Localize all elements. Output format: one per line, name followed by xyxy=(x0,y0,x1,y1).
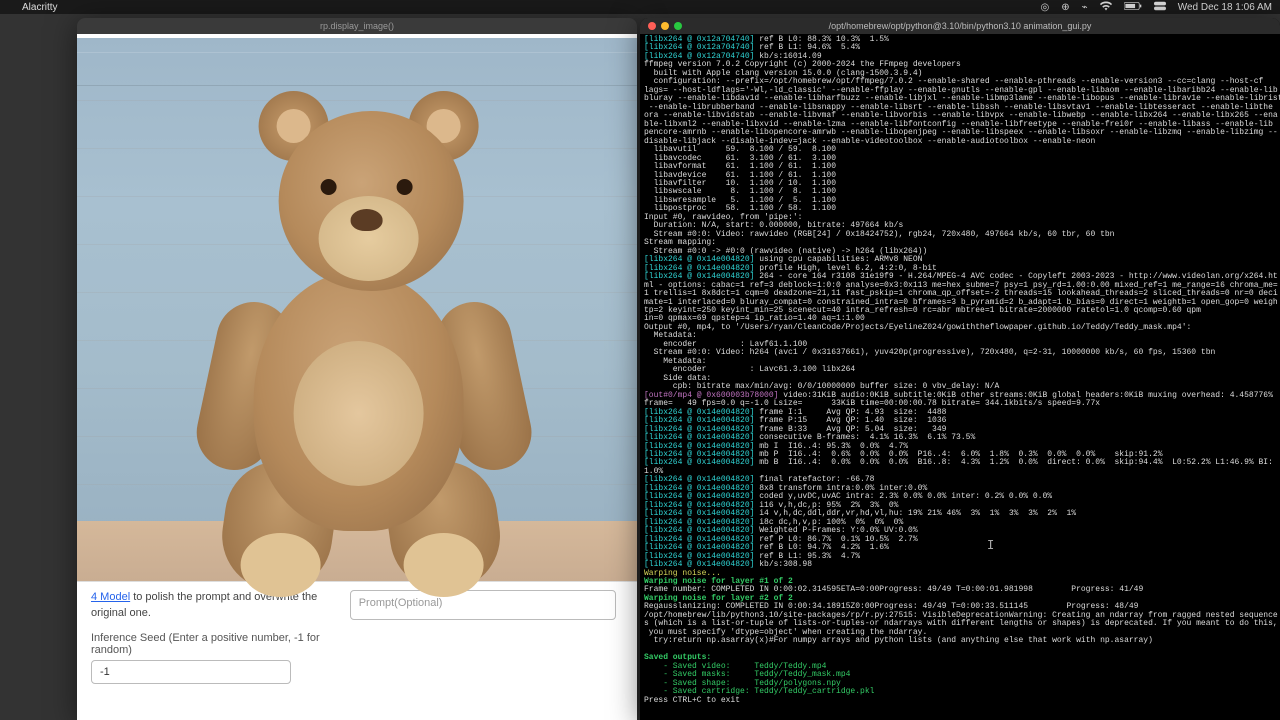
controls-form: 4 Model to polish the prompt and overwri… xyxy=(77,582,637,692)
menubar-status-icon: ⌁ xyxy=(1082,2,1088,13)
menubar-status-icon: ⊕ xyxy=(1061,2,1069,13)
text-cursor-icon: I xyxy=(987,538,994,552)
terminal-titlebar: /opt/homebrew/opt/python@3.10/bin/python… xyxy=(640,18,1280,34)
minimize-icon[interactable] xyxy=(661,22,669,30)
window-content: 4 Model to polish the prompt and overwri… xyxy=(77,34,637,720)
traffic-lights[interactable] xyxy=(648,22,682,30)
battery-icon xyxy=(1124,1,1142,14)
terminal-output[interactable]: [libx264 @ 0x12a704740] ref B L0: 88.3% … xyxy=(640,34,1280,707)
menubar-status-icon: ◎ xyxy=(1041,2,1050,13)
teddy-image xyxy=(77,34,637,582)
window-title: rp.display_image() xyxy=(320,21,394,31)
terminal-window: /opt/homebrew/opt/python@3.10/bin/python… xyxy=(640,18,1280,720)
close-icon[interactable] xyxy=(648,22,656,30)
model-link[interactable]: 4 Model xyxy=(91,591,130,603)
image-display-window: rp.display_image() 4 Model to polish the… xyxy=(77,18,637,720)
seed-input[interactable] xyxy=(91,660,291,684)
window-titlebar: rp.display_image() xyxy=(77,18,637,34)
helper-text: 4 Model to polish the prompt and overwri… xyxy=(91,590,336,622)
control-center-icon xyxy=(1154,1,1166,14)
menubar-app-name: Alacritty xyxy=(22,2,58,13)
macos-menubar: Alacritty ◎ ⊕ ⌁ Wed Dec 18 1:06 AM xyxy=(0,0,1280,14)
wifi-icon xyxy=(1100,1,1112,14)
prompt-input[interactable]: Prompt(Optional) xyxy=(350,590,616,620)
terminal-title: /opt/homebrew/opt/python@3.10/bin/python… xyxy=(640,21,1280,31)
zoom-icon[interactable] xyxy=(674,22,682,30)
menubar-clock: Wed Dec 18 1:06 AM xyxy=(1178,2,1272,13)
seed-label: Inference Seed (Enter a positive number,… xyxy=(91,632,336,656)
